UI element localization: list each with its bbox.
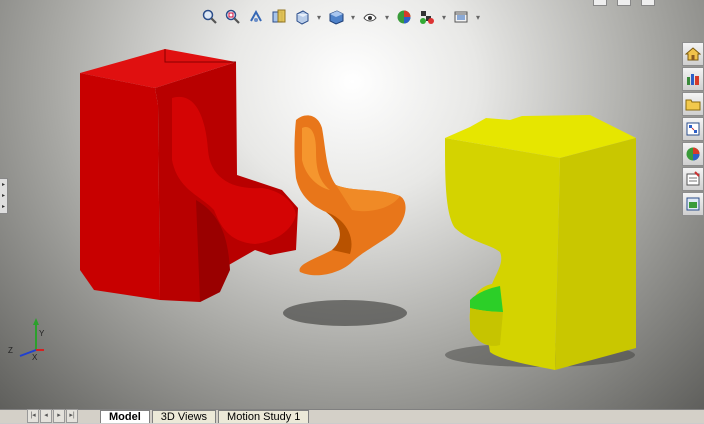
task-pane-tabs [682,42,704,216]
reference-triad: Y X Z [8,318,45,360]
dropdown-arrow-icon[interactable]: ▾ [440,7,448,27]
previous-tab-icon[interactable]: ◂ [40,409,52,423]
tab-model[interactable]: Model [100,410,150,423]
tab-motion-study-1[interactable]: Motion Study 1 [218,410,310,423]
apply-scene-icon[interactable] [417,7,437,27]
feature-manager-flyout-handle[interactable]: ▸ ▸ ▸ [0,178,8,214]
dropdown-arrow-icon[interactable]: ▾ [474,7,482,27]
view-settings-icon[interactable] [451,7,471,27]
expand-arrow-icon: ▸ [1,181,5,188]
custom-properties-icon[interactable] [682,167,704,191]
chair-shadow [283,300,407,326]
design-library-icon[interactable] [682,67,704,91]
edit-appearance-icon[interactable] [394,7,414,27]
last-tab-icon[interactable]: ▸| [66,409,78,423]
dropdown-arrow-icon[interactable]: ▾ [383,7,391,27]
zoom-to-area-icon[interactable] [223,7,243,27]
section-view-icon[interactable] [269,7,289,27]
yellow-mold-block[interactable] [445,115,636,370]
zoom-to-fit-icon[interactable] [200,7,220,27]
heads-up-view-toolbar: ▾ ▾ ▾ ▾ ▾ [200,6,482,28]
previous-view-icon[interactable] [246,7,266,27]
red-mold-block[interactable] [80,49,298,302]
expand-arrow-icon: ▸ [1,192,5,199]
view-orientation-icon[interactable] [292,7,312,27]
view-palette-icon[interactable] [682,117,704,141]
hide-show-items-icon[interactable] [360,7,380,27]
next-tab-icon[interactable]: ▸ [53,409,65,423]
appearances-icon[interactable] [682,142,704,166]
triad-x-label: X [32,353,38,360]
expand-arrow-icon: ▸ [1,204,5,211]
triad-y-label: Y [39,329,45,338]
graphics-area[interactable]: ▾ ▾ ▾ ▾ ▾ ▸ ▸ ▸ Y X Z [0,0,704,409]
document-recovery-icon[interactable] [682,192,704,216]
tab-3d-views[interactable]: 3D Views [151,410,217,423]
dropdown-arrow-icon[interactable]: ▾ [315,7,323,27]
file-explorer-icon[interactable] [682,92,704,116]
triad-z-label: Z [8,346,13,355]
model-tabs-bar: |◂ ◂ ▸ ▸| Model 3D Views Motion Study 1 [0,409,704,423]
dropdown-arrow-icon[interactable]: ▾ [349,7,357,27]
first-tab-icon[interactable]: |◂ [27,409,39,423]
home-icon[interactable] [682,42,704,66]
model-scene[interactable] [0,0,704,409]
display-style-icon[interactable] [326,7,346,27]
orange-chair[interactable] [294,115,406,276]
